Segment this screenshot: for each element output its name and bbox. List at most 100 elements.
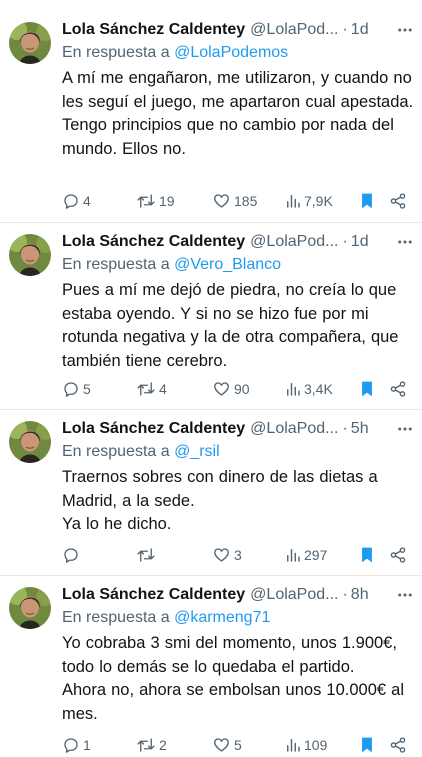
reply-icon [64,548,78,563]
tweet[interactable]: Lola Sánchez Caldentey @LolaPod... · 5h … [0,410,422,576]
retweet-icon [137,548,155,562]
tweet-text-line: Pues a mí me dejó de piedra, no creía lo… [62,281,399,370]
heart-icon [214,548,229,562]
reply-mention[interactable]: @karmeng71 [174,609,270,626]
more-options-icon[interactable] [392,21,414,39]
like-count: 185 [234,193,258,209]
reply-context: En respuesta a @karmeng71 [62,606,414,629]
reply-prefix: En respuesta a [62,44,170,61]
action-bar: 5 4 90 3,4K [0,377,422,401]
retweet-count: 2 [159,737,167,753]
like-button[interactable]: 185 [212,189,257,213]
tweet[interactable]: Lola Sánchez Caldentey @LolaPod... · 8h … [0,576,422,753]
reply-context: En respuesta a @_rsil [62,440,414,463]
bookmark-button[interactable] [359,189,375,213]
reply-mention[interactable]: @LolaPodemos [174,44,288,61]
reply-mention[interactable]: @_rsil [174,443,220,460]
tweet-text: Traernos sobres con dinero de las dietas… [62,466,414,537]
like-button[interactable]: 3 [212,543,242,567]
tweet-text: A mí me engañaron, me utilizaron, y cuan… [62,67,414,161]
avatar[interactable] [9,22,51,64]
views-icon [287,739,300,752]
heart-icon [214,738,229,752]
heart-icon [214,382,229,396]
views-button[interactable]: 109 [285,733,327,757]
avatar[interactable] [9,234,51,276]
bookmark-icon [362,547,372,563]
author-handle[interactable]: @LolaPod... [250,231,338,253]
tweet-text: Yo cobraba 3 smi del momento, unos 1.900… [62,632,414,726]
tweet-feed: Lola Sánchez Caldentey @LolaPod... · 1d … [0,0,422,753]
author-name[interactable]: Lola Sánchez Caldentey [62,418,245,440]
avatar-image [9,587,51,629]
views-count: 109 [304,737,328,753]
tweet[interactable]: Lola Sánchez Caldentey @LolaPod... · 1d … [0,223,422,410]
more-options-icon[interactable] [392,233,414,251]
share-button[interactable] [389,189,407,213]
avatar-image [9,22,51,64]
reply-prefix: En respuesta a [62,256,170,273]
reply-icon [64,738,78,753]
like-count: 90 [234,381,250,397]
reply-button[interactable]: 1 [62,733,91,757]
views-count: 297 [304,547,328,563]
share-icon [390,381,406,397]
tweet-text-line: Yo cobraba 3 smi del momento, unos 1.900… [62,634,397,676]
bookmark-button[interactable] [359,377,375,401]
avatar[interactable] [9,421,51,463]
like-button[interactable]: 5 [212,733,242,757]
reply-mention[interactable]: @Vero_Blanco [174,256,281,273]
author-handle[interactable]: @LolaPod... [250,584,338,606]
author-handle[interactable]: @LolaPod... [250,19,338,41]
reply-button[interactable]: 4 [62,189,91,213]
separator-dot: · [342,586,348,603]
tweet-time[interactable]: 1d [351,231,369,253]
share-button[interactable] [389,733,407,757]
views-count: 7,9K [304,193,333,209]
tweet-header: Lola Sánchez Caldentey @LolaPod... · 1d [62,231,414,253]
views-icon [287,195,300,208]
reply-button[interactable] [62,543,83,567]
action-bar: 1 2 5 109 [0,733,422,757]
views-button[interactable]: 3,4K [285,377,333,401]
retweet-icon [137,194,155,208]
reply-button[interactable]: 5 [62,377,91,401]
retweet-button[interactable]: 19 [136,189,175,213]
tweet-text-line: Ya lo he dicho. [62,515,172,533]
reply-context: En respuesta a @LolaPodemos [62,41,414,64]
tweet-text-line: Tengo principios que no cambio por nada … [62,116,394,158]
tweet[interactable]: Lola Sánchez Caldentey @LolaPod... · 1d … [0,0,422,223]
tweet-text-line: Traernos sobres con dinero de las dietas… [62,468,378,510]
tweet-time[interactable]: 5h [351,418,369,440]
tweet-time[interactable]: 8h [351,584,369,606]
action-bar: 4 19 185 7,9K [0,189,422,213]
author-name[interactable]: Lola Sánchez Caldentey [62,584,245,606]
bookmark-icon [362,737,372,753]
bookmark-icon [362,381,372,397]
separator-dot: · [342,21,348,38]
retweet-button[interactable] [136,543,159,567]
share-icon [390,547,406,563]
tweet-text-line: A mí me engañaron, me utilizaron, y cuan… [62,69,414,111]
author-handle[interactable]: @LolaPod... [250,418,338,440]
views-button[interactable]: 7,9K [285,189,333,213]
retweet-button[interactable]: 2 [136,733,167,757]
bookmark-button[interactable] [359,733,375,757]
reply-count: 1 [83,737,91,753]
share-button[interactable] [389,543,407,567]
share-button[interactable] [389,377,407,401]
tweet-time[interactable]: 1d [351,19,369,41]
avatar[interactable] [9,587,51,629]
more-options-icon[interactable] [392,586,414,604]
retweet-icon [137,738,155,752]
share-icon [390,737,406,753]
retweet-button[interactable]: 4 [136,377,167,401]
avatar-image [9,421,51,463]
more-options-icon[interactable] [392,420,414,438]
views-count: 3,4K [304,381,333,397]
bookmark-button[interactable] [359,543,375,567]
views-button[interactable]: 297 [285,543,327,567]
like-button[interactable]: 90 [212,377,250,401]
author-name[interactable]: Lola Sánchez Caldentey [62,19,245,41]
author-name[interactable]: Lola Sánchez Caldentey [62,231,245,253]
